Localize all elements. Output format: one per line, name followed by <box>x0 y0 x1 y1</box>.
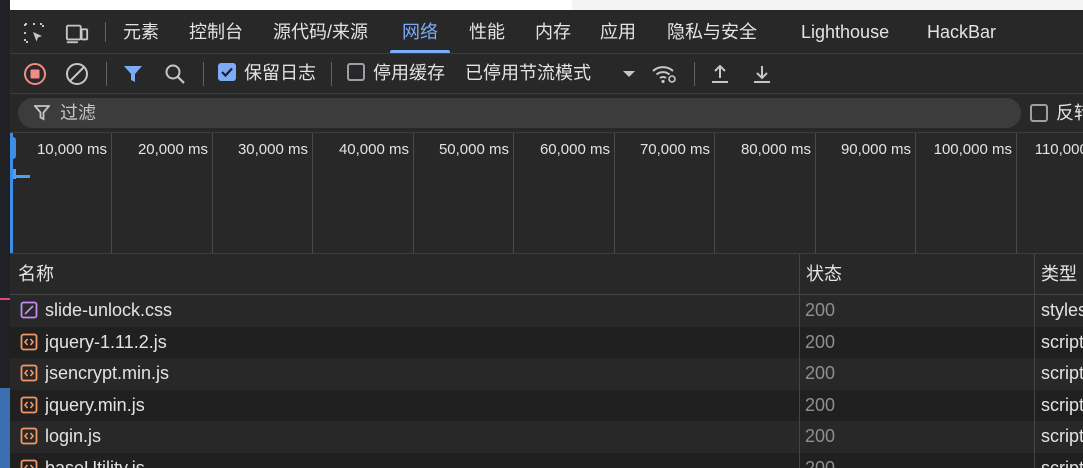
filter-input[interactable]: 过滤 <box>18 98 1021 128</box>
timeline-gridline <box>413 133 414 253</box>
table-row[interactable]: jquery.min.js 200 script <box>10 389 1083 421</box>
timeline-tick-label: 50,000 ms <box>438 141 509 158</box>
timeline-gridline <box>1016 133 1017 253</box>
table-row[interactable]: slide-unlock.css 200 stylesheet <box>10 295 1083 326</box>
timeline-gridline <box>312 133 313 253</box>
tab-lighthouse[interactable]: Lighthouse <box>801 10 889 53</box>
request-name[interactable]: jsencrypt.min.js <box>45 358 795 389</box>
tab-elements[interactable]: 元素 <box>123 10 159 53</box>
table-row[interactable]: jquery-1.11.2.js 200 script <box>10 326 1083 358</box>
table-row[interactable]: login.js 200 script <box>10 421 1083 452</box>
request-name[interactable]: jquery.min.js <box>45 390 795 421</box>
table-row[interactable]: baseUtility.js 200 script <box>10 452 1083 468</box>
tab-memory[interactable]: 内存 <box>535 10 571 53</box>
timeline-range-handle[interactable] <box>10 137 16 159</box>
timeline-tick-label: 100,000 ms <box>933 141 1012 158</box>
export-har-download-icon[interactable] <box>749 61 775 87</box>
clear-log-icon[interactable] <box>64 61 90 87</box>
disable-cache-checkbox[interactable] <box>347 63 365 81</box>
script-file-icon <box>20 459 38 468</box>
filter-row: 过滤 反转 <box>10 94 1083 133</box>
timeline-tick-label: 20,000 ms <box>137 141 208 158</box>
chevron-down-icon[interactable] <box>616 61 642 87</box>
request-status: 200 <box>805 394 836 415</box>
timeline-overview[interactable]: 10,000 ms 20,000 ms 30,000 ms 40,000 ms 50,0… <box>10 133 1083 254</box>
table-header: 名称 状态 类型 <box>10 254 1083 295</box>
requests-table: 名称 状态 类型 slide-unlock.css 200 stylesheet jq… <box>10 254 1083 468</box>
request-status: 200 <box>805 457 836 468</box>
timeline-tick-label: 110,000 ms <box>1034 141 1083 158</box>
request-status: 200 <box>805 300 836 320</box>
request-status: 200 <box>805 331 836 352</box>
request-type: script <box>1041 426 1083 446</box>
timeline-tick-label: 70,000 ms <box>639 141 710 158</box>
timeline-tick-label: 60,000 ms <box>539 141 610 158</box>
record-stop-icon[interactable] <box>22 61 48 87</box>
script-file-icon <box>20 427 38 445</box>
script-file-icon <box>20 333 38 351</box>
network-toolbar: 保留日志 停用缓存 已停用节流模式 <box>10 54 1083 94</box>
script-file-icon <box>20 396 38 414</box>
timeline-gridline <box>915 133 916 253</box>
timeline-gridline <box>614 133 615 253</box>
network-conditions-wifi-icon[interactable] <box>651 61 677 87</box>
timeline-gridline <box>714 133 715 253</box>
request-type: script <box>1041 394 1083 415</box>
table-row[interactable]: jsencrypt.min.js 200 script <box>10 358 1083 389</box>
devtools-tab-bar: 元素 控制台 源代码/来源 网络 性能 内存 应用 隐私与安全 Lighthou… <box>10 10 1083 54</box>
request-type: script <box>1041 363 1083 383</box>
script-file-icon <box>20 364 38 382</box>
tab-privacy-security[interactable]: 隐私与安全 <box>667 10 757 53</box>
browser-page-edge <box>0 0 1083 10</box>
timeline-tick-label: 10,000 ms <box>36 141 107 158</box>
tab-network[interactable]: 网络 <box>390 10 450 53</box>
filter-icon <box>33 104 51 127</box>
preserve-log-label[interactable]: 保留日志 <box>244 54 316 92</box>
tab-console[interactable]: 控制台 <box>189 10 243 53</box>
background-page-strip <box>0 0 10 468</box>
preserve-log-checkbox[interactable] <box>218 63 236 81</box>
timeline-request-bar <box>16 175 30 178</box>
invert-label[interactable]: 反转 <box>1056 94 1083 132</box>
tab-sources[interactable]: 源代码/来源 <box>273 10 368 53</box>
disable-cache-label[interactable]: 停用缓存 <box>373 54 445 92</box>
timeline-gridline <box>815 133 816 253</box>
column-header-status[interactable]: 状态 <box>806 254 842 294</box>
search-icon[interactable] <box>162 61 188 87</box>
timeline-gridline <box>111 133 112 253</box>
timeline-gridline <box>513 133 514 253</box>
timeline-gridline <box>212 133 213 253</box>
column-header-type[interactable]: 类型 <box>1041 254 1077 294</box>
request-status: 200 <box>805 363 836 383</box>
tab-hackbar[interactable]: HackBar <box>927 10 996 53</box>
request-type: script <box>1041 457 1083 468</box>
column-header-name[interactable]: 名称 <box>18 254 54 294</box>
invert-checkbox[interactable] <box>1030 104 1048 122</box>
throttling-select[interactable]: 已停用节流模式 <box>465 54 591 92</box>
timeline-tick-label: 30,000 ms <box>237 141 308 158</box>
request-name[interactable]: baseUtility.js <box>45 453 795 468</box>
device-toolbar-icon[interactable] <box>65 21 89 45</box>
tab-performance[interactable]: 性能 <box>469 10 505 53</box>
import-har-upload-icon[interactable] <box>707 61 733 87</box>
timeline-tick-label: 90,000 ms <box>840 141 911 158</box>
timeline-tick-label: 40,000 ms <box>338 141 409 158</box>
request-name[interactable]: jquery-1.11.2.js <box>45 327 795 358</box>
request-status: 200 <box>805 426 836 446</box>
tab-application[interactable]: 应用 <box>600 10 636 53</box>
request-name[interactable]: login.js <box>45 421 795 452</box>
request-name[interactable]: slide-unlock.css <box>45 295 795 326</box>
filter-funnel-icon[interactable] <box>120 61 146 87</box>
filter-placeholder: 过滤 <box>60 103 96 123</box>
inspect-element-icon[interactable] <box>22 21 46 45</box>
timeline-tick-label: 80,000 ms <box>740 141 811 158</box>
css-file-icon <box>20 301 38 319</box>
request-type: stylesheet <box>1041 300 1083 320</box>
request-type: script <box>1041 331 1083 352</box>
